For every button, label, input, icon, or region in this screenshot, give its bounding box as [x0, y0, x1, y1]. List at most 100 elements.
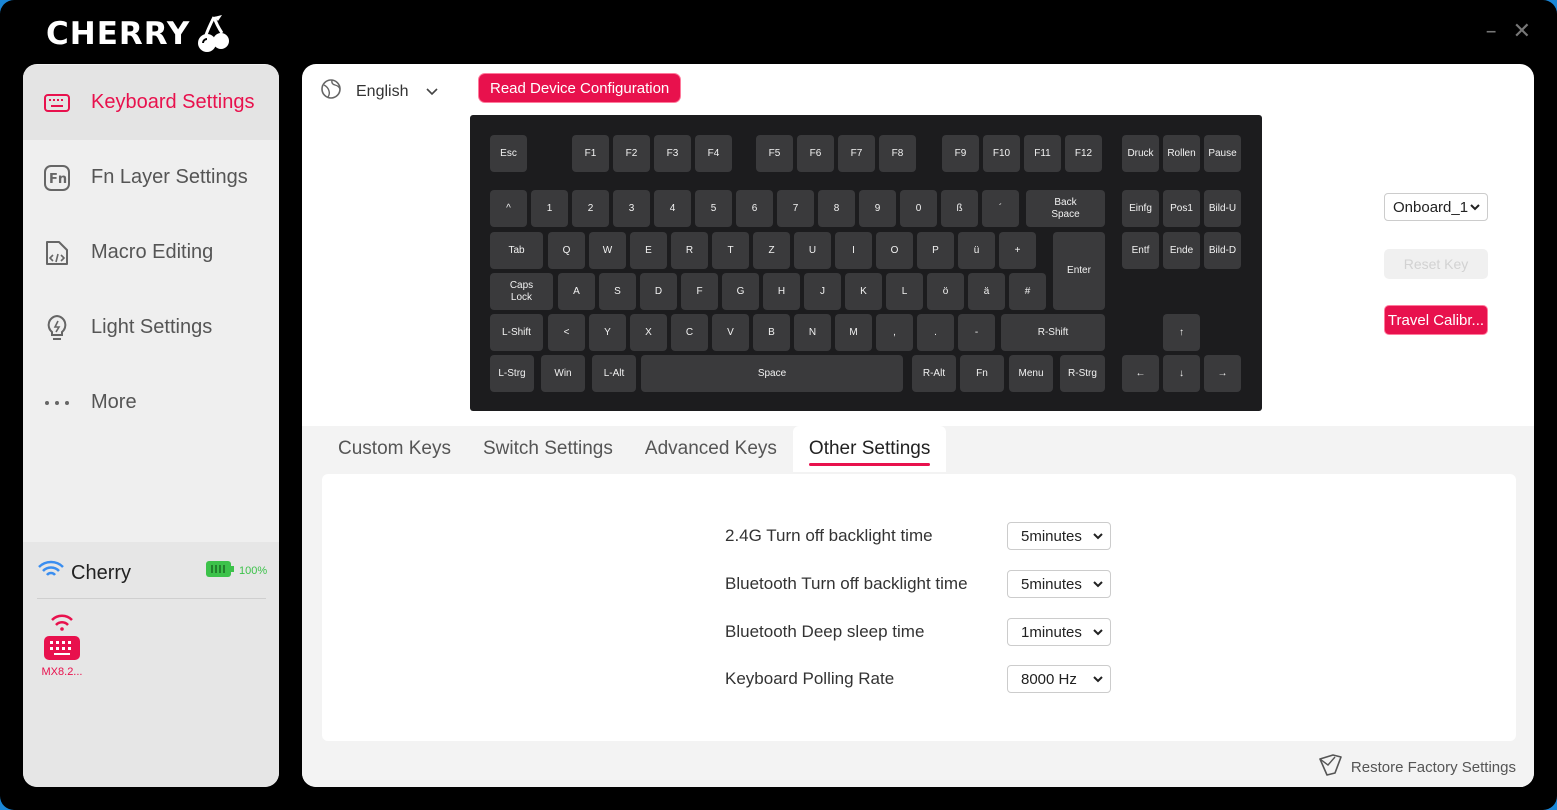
key[interactable]: W [589, 232, 626, 269]
key[interactable]: Esc [490, 135, 527, 172]
key[interactable]: A [558, 273, 595, 310]
key[interactable]: X [630, 314, 667, 351]
key[interactable]: H [763, 273, 800, 310]
key[interactable]: Caps Lock [490, 273, 553, 310]
tab-custom-keys[interactable]: Custom Keys [322, 426, 467, 472]
key[interactable]: Ende [1163, 232, 1200, 269]
setting-select[interactable]: 5minutes [1007, 522, 1111, 550]
key[interactable]: C [671, 314, 708, 351]
key[interactable]: P [917, 232, 954, 269]
key[interactable]: Bild-D [1204, 232, 1241, 269]
key[interactable]: Enter [1053, 232, 1105, 310]
key[interactable]: U [794, 232, 831, 269]
key[interactable]: 0 [900, 190, 937, 227]
key[interactable]: S [599, 273, 636, 310]
key[interactable]: Einfg [1122, 190, 1159, 227]
key[interactable]: L-Alt [592, 355, 636, 392]
key[interactable]: ↓ [1163, 355, 1200, 392]
key[interactable]: F12 [1065, 135, 1102, 172]
key[interactable]: Win [541, 355, 585, 392]
key[interactable]: 3 [613, 190, 650, 227]
key[interactable]: F3 [654, 135, 691, 172]
key[interactable]: L-Strg [490, 355, 534, 392]
key[interactable]: 7 [777, 190, 814, 227]
key[interactable]: Bild-U [1204, 190, 1241, 227]
setting-select[interactable]: 8000 Hz [1007, 665, 1111, 693]
key[interactable]: G [722, 273, 759, 310]
key[interactable]: 9 [859, 190, 896, 227]
sidebar-item-fn-layer-settings[interactable]: Fn Fn Layer Settings [23, 140, 279, 215]
key[interactable]: Entf [1122, 232, 1159, 269]
minimize-button[interactable]: – [1486, 20, 1497, 44]
sidebar-item-more[interactable]: More [23, 365, 279, 440]
key[interactable]: F2 [613, 135, 650, 172]
tab-advanced-keys[interactable]: Advanced Keys [629, 426, 793, 472]
key[interactable]: # [1009, 273, 1046, 310]
key[interactable]: F5 [756, 135, 793, 172]
sidebar-item-macro-editing[interactable]: Macro Editing [23, 215, 279, 290]
travel-calibration-button[interactable]: Travel Calibr... [1384, 305, 1488, 335]
key[interactable]: Q [548, 232, 585, 269]
key[interactable]: Rollen [1163, 135, 1200, 172]
key[interactable]: F4 [695, 135, 732, 172]
key[interactable]: 2 [572, 190, 609, 227]
setting-select[interactable]: 1minutes [1007, 618, 1111, 646]
key[interactable]: B [753, 314, 790, 351]
key[interactable]: . [917, 314, 954, 351]
key[interactable]: ä [968, 273, 1005, 310]
key[interactable]: F1 [572, 135, 609, 172]
key[interactable]: K [845, 273, 882, 310]
key[interactable]: R-Alt [912, 355, 956, 392]
onboard-profile-select[interactable]: Onboard_1 [1384, 193, 1488, 221]
key[interactable]: Menu [1009, 355, 1053, 392]
key[interactable]: M [835, 314, 872, 351]
key[interactable]: Pause [1204, 135, 1241, 172]
key[interactable]: 6 [736, 190, 773, 227]
close-button[interactable]: ✕ [1513, 20, 1531, 44]
key[interactable]: ü [958, 232, 995, 269]
key[interactable]: Z [753, 232, 790, 269]
key[interactable]: R [671, 232, 708, 269]
key[interactable]: D [640, 273, 677, 310]
key[interactable]: 5 [695, 190, 732, 227]
key[interactable]: ↑ [1163, 314, 1200, 351]
key[interactable]: ´ [982, 190, 1019, 227]
sidebar-item-keyboard-settings[interactable]: Keyboard Settings [23, 65, 279, 140]
language-selector[interactable]: English [320, 78, 439, 105]
key[interactable]: ← [1122, 355, 1159, 392]
key[interactable]: → [1204, 355, 1241, 392]
key[interactable]: O [876, 232, 913, 269]
key[interactable]: 1 [531, 190, 568, 227]
key[interactable]: R-Shift [1001, 314, 1105, 351]
key[interactable]: ß [941, 190, 978, 227]
key[interactable]: N [794, 314, 831, 351]
key[interactable]: J [804, 273, 841, 310]
setting-select[interactable]: 5minutes [1007, 570, 1111, 598]
key[interactable]: Space [641, 355, 903, 392]
key[interactable]: < [548, 314, 585, 351]
key[interactable]: Pos1 [1163, 190, 1200, 227]
key[interactable]: L [886, 273, 923, 310]
key[interactable]: Fn [960, 355, 1004, 392]
key[interactable]: 4 [654, 190, 691, 227]
key[interactable]: Tab [490, 232, 543, 269]
key[interactable]: R-Strg [1060, 355, 1105, 392]
key[interactable]: 8 [818, 190, 855, 227]
key[interactable]: F10 [983, 135, 1020, 172]
key[interactable]: - [958, 314, 995, 351]
key[interactable]: Druck [1122, 135, 1159, 172]
key[interactable]: T [712, 232, 749, 269]
key[interactable]: L-Shift [490, 314, 543, 351]
key[interactable]: F6 [797, 135, 834, 172]
tab-other-settings[interactable]: Other Settings [792, 426, 947, 472]
reset-key-button[interactable]: Reset Key [1384, 249, 1488, 279]
key[interactable]: + [999, 232, 1036, 269]
restore-factory-settings-button[interactable]: Restore Factory Settings [1317, 753, 1516, 781]
key[interactable]: F7 [838, 135, 875, 172]
key[interactable]: F11 [1024, 135, 1061, 172]
key[interactable]: F8 [879, 135, 916, 172]
key[interactable]: I [835, 232, 872, 269]
key[interactable]: Back Space [1026, 190, 1105, 227]
sidebar-item-light-settings[interactable]: Light Settings [23, 290, 279, 365]
key[interactable]: , [876, 314, 913, 351]
